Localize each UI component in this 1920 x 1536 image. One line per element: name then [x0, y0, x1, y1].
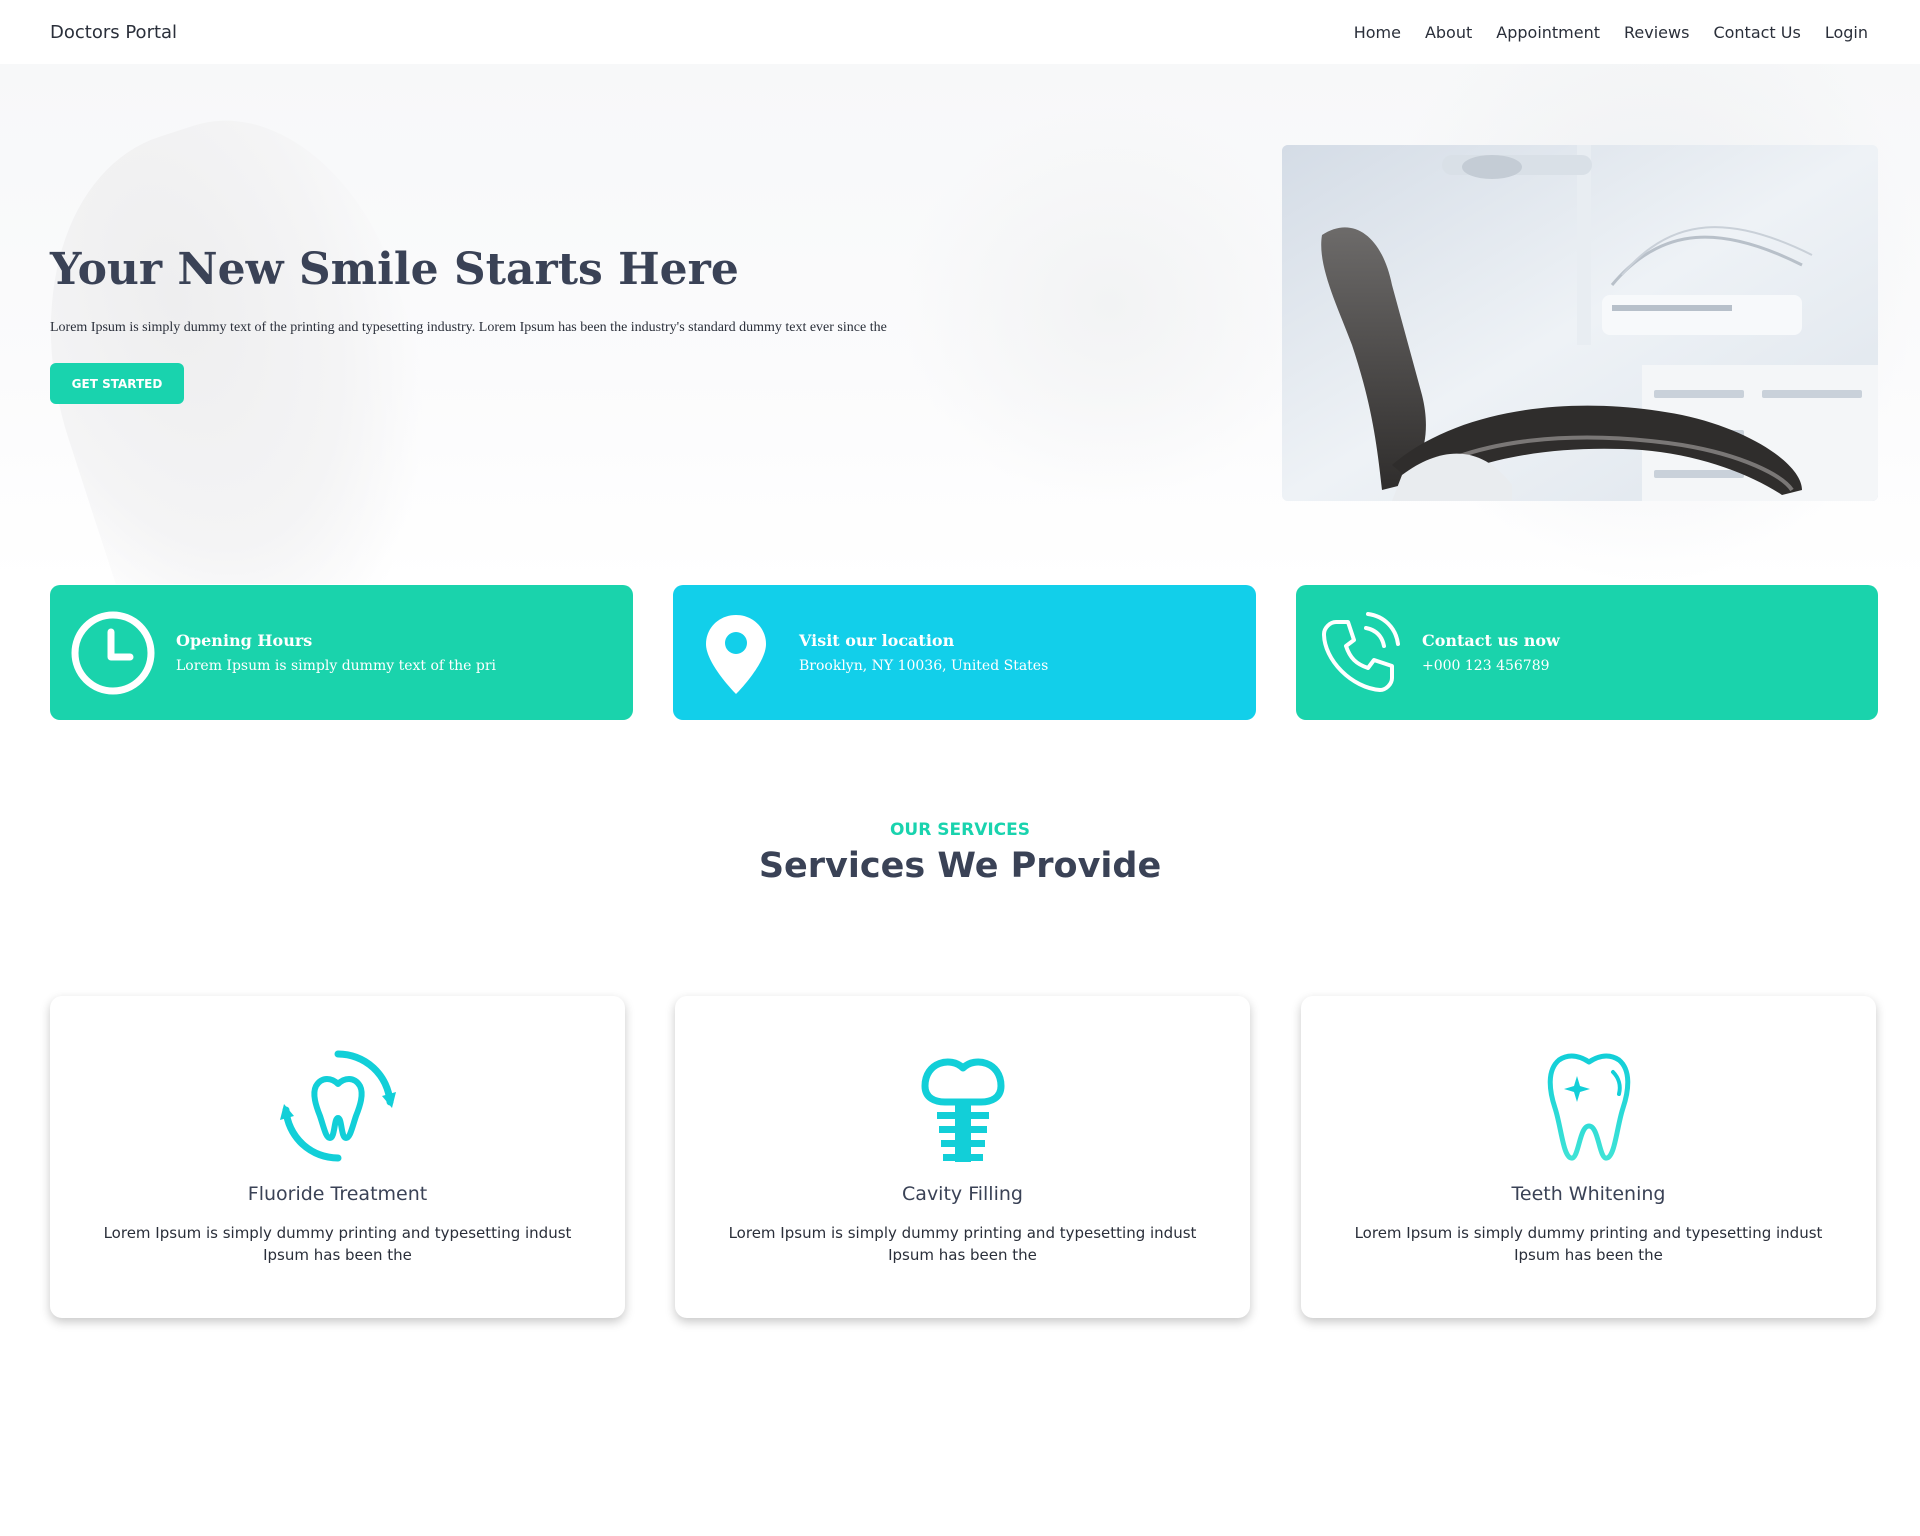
map-pin-icon	[706, 614, 766, 694]
tooth-sparkle-icon	[1547, 1053, 1630, 1161]
contact-title: Contact us now	[1422, 631, 1560, 650]
nav-link-reviews[interactable]: Reviews	[1612, 15, 1701, 50]
tooth-refresh-icon	[279, 1050, 396, 1162]
phone-icon	[1322, 611, 1400, 692]
nav-menu: Home About Appointment Reviews Contact U…	[1342, 15, 1880, 50]
service-card-cavity: Cavity Filling Lorem Ipsum is simply dum…	[675, 996, 1250, 1318]
nav-link-contact-us[interactable]: Contact Us	[1701, 15, 1812, 50]
service-title-cavity: Cavity Filling	[902, 1183, 1023, 1205]
dental-chair-image	[1282, 145, 1878, 501]
nav-link-appointment[interactable]: Appointment	[1484, 15, 1612, 50]
opening-hours-card: Opening Hours Lorem Ipsum is simply dumm…	[50, 585, 633, 720]
nav-link-home[interactable]: Home	[1342, 15, 1413, 50]
opening-hours-title: Opening Hours	[176, 631, 313, 650]
contact-card: Contact us now +000 123 456789	[1296, 585, 1878, 720]
location-card: Visit our location Brooklyn, NY 10036, U…	[673, 585, 1256, 720]
service-text-whitening: Lorem Ipsum is simply dummy printing and…	[1354, 1224, 1823, 1264]
location-title: Visit our location	[799, 631, 955, 650]
navbar: Doctors Portal Home About Appointment Re…	[0, 0, 1920, 64]
services-title: Services We Provide	[758, 846, 1162, 886]
get-started-button[interactable]: GET STARTED	[50, 363, 184, 404]
services-subtitle: OUR SERVICES	[889, 820, 1031, 840]
service-title-whitening: Teeth Whitening	[1511, 1183, 1666, 1205]
brand-link[interactable]: Doctors Portal	[50, 22, 177, 43]
service-text-fluoride: Lorem Ipsum is simply dummy printing and…	[103, 1224, 572, 1264]
nav-link-about[interactable]: About	[1413, 15, 1484, 50]
contact-text: +000 123 456789	[1422, 658, 1550, 674]
clock-icon	[71, 611, 155, 694]
hero-section: Your New Smile Starts Here Lorem Ipsum i…	[0, 64, 1920, 584]
hero-title: Your New Smile Starts Here	[50, 244, 739, 295]
nav-link-login[interactable]: Login	[1813, 15, 1880, 50]
service-card-fluoride: Fluoride Treatment Lorem Ipsum is simply…	[50, 996, 625, 1318]
location-text: Brooklyn, NY 10036, United States	[799, 658, 1049, 674]
service-text-cavity: Lorem Ipsum is simply dummy printing and…	[728, 1224, 1197, 1264]
opening-hours-text: Lorem Ipsum is simply dummy text of the …	[176, 658, 497, 674]
hero-description: Lorem Ipsum is simply dummy text of the …	[50, 320, 887, 335]
tooth-implant-icon	[921, 1058, 1004, 1162]
service-card-whitening: Teeth Whitening Lorem Ipsum is simply du…	[1301, 996, 1876, 1318]
service-title-fluoride: Fluoride Treatment	[247, 1183, 428, 1205]
